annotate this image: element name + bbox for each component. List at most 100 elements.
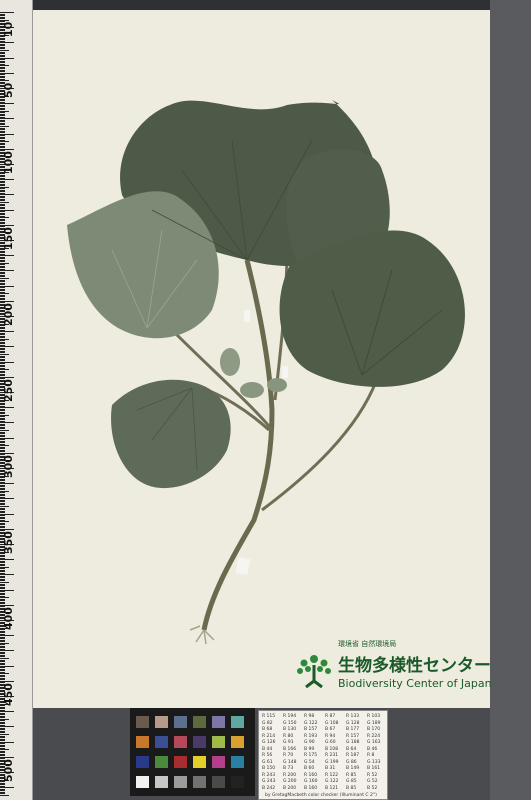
- color-swatch: [212, 756, 225, 768]
- leaf-lower: [111, 379, 231, 489]
- color-card-caption: by GretagMacbeth color checker (Illumina…: [265, 793, 377, 798]
- color-value-cell: R 224: [367, 733, 381, 739]
- color-value-cell: B 166: [283, 746, 297, 752]
- ruler-label: 300: [2, 455, 15, 478]
- color-value-cell: G 60: [325, 740, 336, 745]
- color-swatch: [136, 716, 149, 728]
- color-value-cell: B 68: [262, 727, 273, 732]
- color-value-cell: G 122: [304, 720, 318, 726]
- ruler-label: 450: [2, 683, 15, 706]
- color-swatch: [193, 756, 206, 768]
- leaf-left: [67, 191, 219, 339]
- color-value-cell: G 61: [262, 759, 273, 765]
- color-swatch: [231, 736, 244, 748]
- color-value-cell: B 177: [346, 727, 360, 732]
- color-value-cell: R 157: [346, 733, 360, 739]
- color-value-cell: G 86: [346, 759, 357, 765]
- color-value-cell: G 126: [262, 740, 276, 745]
- color-value-cell: G 163: [367, 740, 381, 745]
- color-swatch: [136, 776, 149, 788]
- color-value-cell: G 160: [304, 779, 318, 784]
- color-swatch: [136, 736, 149, 748]
- color-value-cell: B 170: [367, 727, 381, 732]
- color-value-cell: R 98: [304, 714, 315, 719]
- logo-tree-icon: [297, 655, 331, 689]
- org-parent-label: 環境省 自然環境局: [338, 640, 397, 648]
- ruler-label: 250: [2, 379, 15, 402]
- color-swatch: [212, 736, 225, 748]
- color-value-cell: R 193: [304, 733, 318, 739]
- ruler-label: 100: [2, 151, 15, 174]
- color-value-cell: G 148: [283, 759, 297, 765]
- color-swatch: [193, 716, 206, 728]
- color-value-cell: G 122: [325, 779, 339, 784]
- ruler-label: 10: [2, 21, 15, 38]
- ruler-label: 500: [2, 759, 15, 782]
- leaf-young-3: [267, 378, 287, 392]
- color-value-cell: B 149: [346, 766, 360, 771]
- ruler-label: 350: [2, 531, 15, 554]
- color-value-cell: R 214: [262, 733, 276, 739]
- color-swatch: [174, 756, 187, 768]
- color-value-cell: B 52: [367, 785, 378, 791]
- plant-specimen: [67, 100, 465, 645]
- color-swatch: [231, 756, 244, 768]
- leaf-young-1: [220, 348, 240, 376]
- ruler-label: 400: [2, 607, 15, 630]
- color-value-cell: G 199: [325, 759, 339, 765]
- color-value-cell: B 108: [325, 746, 339, 752]
- color-swatch: [155, 756, 168, 768]
- color-value-cell: R 175: [304, 753, 318, 758]
- color-value-cell: R 194: [283, 714, 297, 719]
- color-value-cell: B 121: [325, 785, 339, 791]
- color-value-cell: B 161: [367, 766, 381, 771]
- color-value-cell: R 103: [367, 714, 381, 719]
- color-swatch: [174, 716, 187, 728]
- color-value-cell: G 133: [367, 759, 381, 765]
- color-swatch: [212, 716, 225, 728]
- color-swatch: [231, 776, 244, 788]
- color-swatch: [231, 716, 244, 728]
- color-value-cell: G 108: [325, 720, 339, 726]
- color-value-cell: R 200: [283, 772, 297, 778]
- color-value-cell: B 150: [262, 766, 276, 771]
- color-swatch: [174, 736, 187, 748]
- color-value-cell: B 200: [283, 785, 297, 791]
- color-value-cell: G 189: [367, 720, 381, 726]
- color-value-cell: R 94: [325, 733, 336, 739]
- color-value-cell: B 60: [304, 766, 315, 771]
- color-value-cell: G 188: [346, 740, 360, 745]
- color-value-cell: B 46: [367, 746, 378, 752]
- color-value-cell: G 200: [283, 779, 297, 784]
- color-value-cell: G 128: [346, 720, 360, 726]
- ruler-label: 50: [2, 82, 15, 98]
- org-name-en: Biodiversity Center of Japan: [338, 677, 492, 690]
- ruler-label: 150: [2, 227, 15, 250]
- color-value-cell: G 90: [304, 740, 315, 745]
- color-value-cell: R 160: [304, 772, 318, 778]
- color-value-cell: R 115: [262, 714, 276, 719]
- color-swatch: [155, 736, 168, 748]
- leaf-young-2: [240, 382, 264, 398]
- color-value-cell: R 87: [325, 714, 336, 719]
- color-swatch: [212, 776, 225, 788]
- mounting-tape: [244, 310, 250, 322]
- color-checker-chart: [130, 708, 255, 796]
- org-name-jp: 生物多様性センター: [338, 656, 491, 676]
- color-value-cell: B 160: [304, 785, 318, 791]
- mounting-tape: [235, 557, 251, 575]
- color-value-cell: G 150: [283, 720, 297, 726]
- color-swatch: [174, 776, 187, 788]
- color-value-cell: B 67: [325, 727, 336, 732]
- color-swatch: [155, 716, 168, 728]
- ruler-tick: [0, 794, 9, 796]
- color-value-cell: R 122: [325, 772, 339, 778]
- ruler-label: 200: [2, 303, 15, 326]
- color-value-cell: B 73: [283, 766, 294, 771]
- color-value-cell: R 85: [346, 772, 357, 778]
- color-swatch: [155, 776, 168, 788]
- color-value-cell: B 157: [304, 727, 318, 732]
- color-value-cell: G 243: [262, 779, 276, 784]
- color-values-card: by GretagMacbeth color checker (Illumina…: [258, 710, 388, 800]
- color-swatch: [193, 776, 206, 788]
